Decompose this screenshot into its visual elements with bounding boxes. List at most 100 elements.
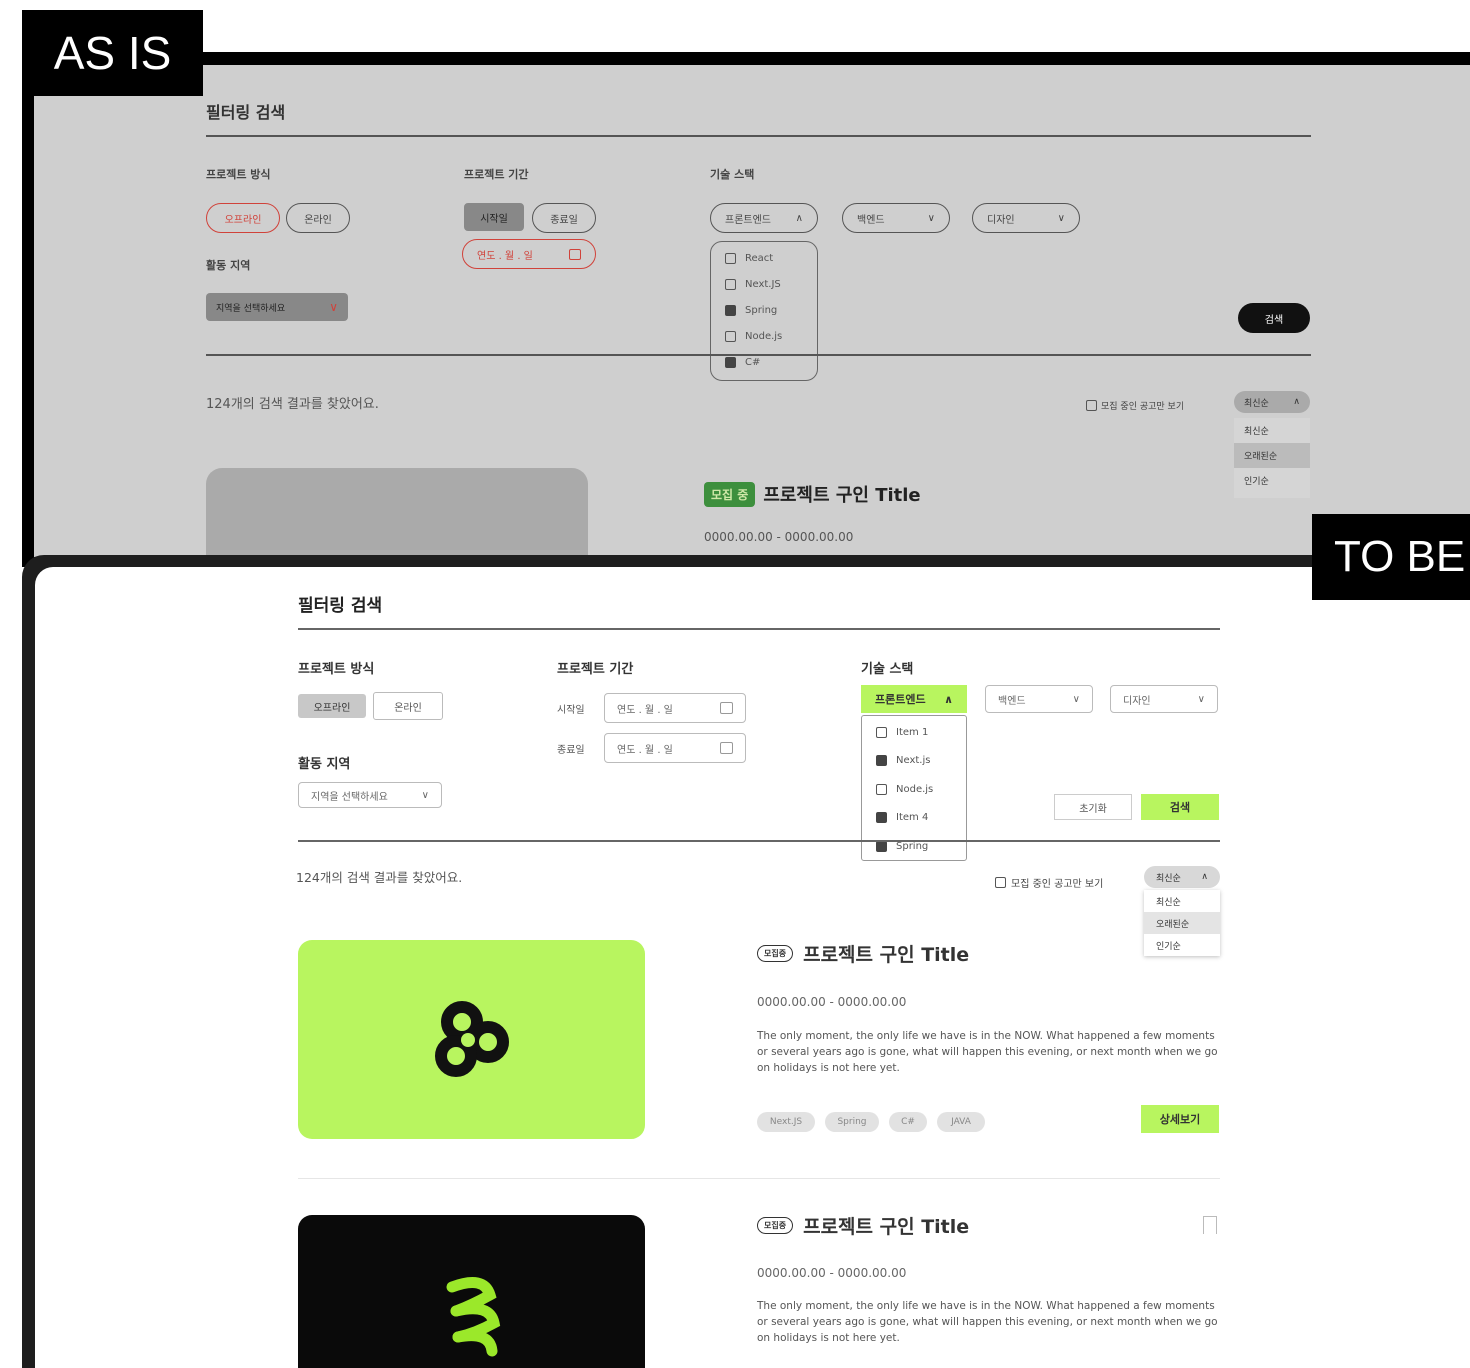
stack-option[interactable]: C# — [711, 349, 817, 375]
checkbox-icon — [725, 278, 736, 290]
stack-option[interactable]: Item 4 — [862, 804, 966, 833]
stack-option-label: Item 4 — [896, 812, 929, 824]
recruit-only-label: 모집 중인 공고만 보기 — [1101, 402, 1185, 412]
card-title[interactable]: 프로젝트 구인 Title — [763, 481, 920, 507]
recruit-badge: 모집중 — [757, 945, 794, 962]
sort-option[interactable]: 최신순 — [1234, 418, 1310, 443]
method-online-chip[interactable]: 온라인 — [373, 692, 443, 720]
detail-button[interactable]: 상세보기 — [1141, 1105, 1219, 1133]
sort-dropdown[interactable]: 최신순 ∧ — [1234, 391, 1310, 413]
stack-label: 기술 스택 — [861, 662, 914, 677]
design-dropdown-label: 디자인 — [1123, 695, 1151, 707]
calendar-icon — [720, 702, 733, 714]
start-date-placeholder: 연도 . 월 . 일 — [617, 704, 673, 716]
start-label: 시작일 — [557, 705, 585, 716]
stack-option-label: Spring — [896, 840, 929, 852]
region-select[interactable]: 지역을 선택하세요 ∨ — [298, 782, 442, 808]
start-date-input[interactable]: 연도 . 월 . 일 — [604, 693, 746, 723]
sort-option[interactable]: 인기순 — [1234, 468, 1310, 493]
stack-option[interactable]: Item 1 — [862, 718, 966, 747]
stack-option[interactable]: Next.JS — [711, 271, 817, 297]
end-date-input[interactable]: 연도 . 월 . 일 — [604, 733, 746, 763]
stack-option[interactable]: Node.js — [862, 775, 966, 804]
sort-option[interactable]: 오래된순 — [1234, 443, 1310, 468]
bookmark-icon[interactable] — [1203, 1216, 1217, 1234]
search-button[interactable]: 검색 — [1238, 303, 1310, 333]
sort-dropdown[interactable]: 최신순 ∧ — [1144, 866, 1220, 888]
search-button[interactable]: 검색 — [1141, 794, 1219, 820]
stack-option-label: Item 1 — [896, 726, 929, 738]
to-be-panel: 필터링 검색 프로젝트 방식 오프라인 온라인 활동 지역 지역을 선택하세요 ∨… — [22, 555, 1470, 1368]
design-dropdown-label: 디자인 — [987, 214, 1015, 226]
checkbox-checked-icon — [876, 755, 887, 767]
chevron-up-icon: ∧ — [795, 212, 803, 224]
reset-button[interactable]: 초기화 — [1054, 794, 1132, 820]
date-input[interactable]: 연도 . 월 . 일 — [462, 239, 596, 269]
chevron-down-icon: ∨ — [1197, 693, 1205, 705]
frontend-dropdown[interactable]: 프론트엔드 ∧ — [710, 203, 818, 233]
checkbox-icon — [725, 330, 736, 342]
frontend-dropdown-label: 프론트엔드 — [875, 693, 926, 706]
frontend-dropdown-label: 프론트엔드 — [725, 214, 771, 226]
knot-graphic — [434, 1000, 509, 1077]
checkbox-checked-icon — [725, 356, 736, 368]
method-online-chip[interactable]: 온라인 — [286, 203, 350, 233]
sort-option[interactable]: 최신순 — [1144, 890, 1220, 912]
page-title: 필터링 검색 — [298, 596, 383, 616]
as-is-panel: 필터링 검색 프로젝트 방식 오프라인 온라인 활동 지역 지역을 선택하세요 … — [22, 52, 1470, 567]
region-label: 활동 지역 — [298, 757, 351, 772]
stack-option-label: Node.js — [896, 783, 934, 795]
card-description: The only moment, the only life we have i… — [757, 1300, 1218, 1344]
region-label: 활동 지역 — [206, 259, 251, 272]
recruit-only-toggle[interactable]: 모집 중인 공고만 보기 — [995, 875, 1103, 890]
as-is-label: AS IS — [22, 10, 203, 96]
chevron-up-icon: ∧ — [1201, 872, 1208, 882]
period-label: 프로젝트 기간 — [557, 662, 634, 677]
sort-selected: 최신순 — [1156, 873, 1181, 884]
stack-option[interactable]: Node.js — [711, 323, 817, 349]
calendar-icon — [720, 742, 733, 754]
sort-option[interactable]: 인기순 — [1144, 934, 1220, 956]
method-offline-chip[interactable]: 오프라인 — [298, 694, 366, 718]
backend-dropdown[interactable]: 백엔드 ∨ — [842, 203, 950, 233]
card-thumbnail — [298, 1215, 645, 1368]
stack-option[interactable]: Spring — [862, 832, 966, 861]
stack-option-label: Next.JS — [745, 278, 781, 290]
card-title[interactable]: 프로젝트 구인 Title — [803, 1212, 969, 1239]
to-be-screen: 필터링 검색 프로젝트 방식 오프라인 온라인 활동 지역 지역을 선택하세요 ∨… — [35, 567, 1470, 1368]
design-dropdown[interactable]: 디자인 ∨ — [972, 203, 1080, 233]
checkbox-checked-icon — [876, 812, 887, 824]
checkbox-icon — [725, 252, 736, 264]
region-placeholder: 지역을 선택하세요 — [311, 791, 388, 803]
stack-option[interactable]: React — [711, 245, 817, 271]
end-date-placeholder: 연도 . 월 . 일 — [617, 744, 673, 756]
card-date: 0000.00.00 - 0000.00.00 — [757, 1266, 907, 1280]
period-start-chip[interactable]: 시작일 — [464, 203, 524, 231]
card-title[interactable]: 프로젝트 구인 Title — [803, 940, 969, 967]
sort-menu: 최신순 오래된순 인기순 — [1144, 890, 1220, 956]
tag-chip: JAVA — [937, 1112, 985, 1132]
end-label: 종료일 — [557, 745, 585, 756]
backend-dropdown[interactable]: 백엔드 ∨ — [985, 685, 1093, 713]
result-count: 124개의 검색 결과를 찾았어요. — [206, 397, 379, 412]
stack-option[interactable]: Next.js — [862, 747, 966, 776]
region-select[interactable]: 지역을 선택하세요 ∨ — [206, 293, 348, 321]
checkbox-icon — [876, 726, 887, 738]
period-end-chip[interactable]: 종료일 — [532, 203, 596, 233]
method-label: 프로젝트 방식 — [206, 168, 271, 181]
method-offline-chip[interactable]: 오프라인 — [206, 203, 280, 233]
sort-option[interactable]: 오래된순 — [1144, 912, 1220, 934]
design-dropdown[interactable]: 디자인 ∨ — [1110, 685, 1218, 713]
region-placeholder: 지역을 선택하세요 — [216, 303, 286, 314]
stack-option[interactable]: Spring — [711, 297, 817, 323]
card-title-row: 모집 중 프로젝트 구인 Title — [704, 481, 921, 507]
divider — [298, 1178, 1220, 1179]
sort-menu: 최신순 오래된순 인기순 — [1234, 418, 1310, 498]
recruit-only-toggle[interactable]: 모집 중인 공고만 보기 — [1086, 399, 1184, 412]
as-is-screen: 필터링 검색 프로젝트 방식 오프라인 온라인 활동 지역 지역을 선택하세요 … — [34, 65, 1470, 557]
stack-option-label: Node.js — [745, 330, 783, 342]
frontend-dropdown[interactable]: 프론트엔드 ∧ — [861, 685, 967, 713]
calendar-icon — [569, 248, 581, 260]
stack-option-label: Next.js — [896, 755, 931, 767]
card-date: 0000.00.00 - 0000.00.00 — [704, 530, 854, 544]
